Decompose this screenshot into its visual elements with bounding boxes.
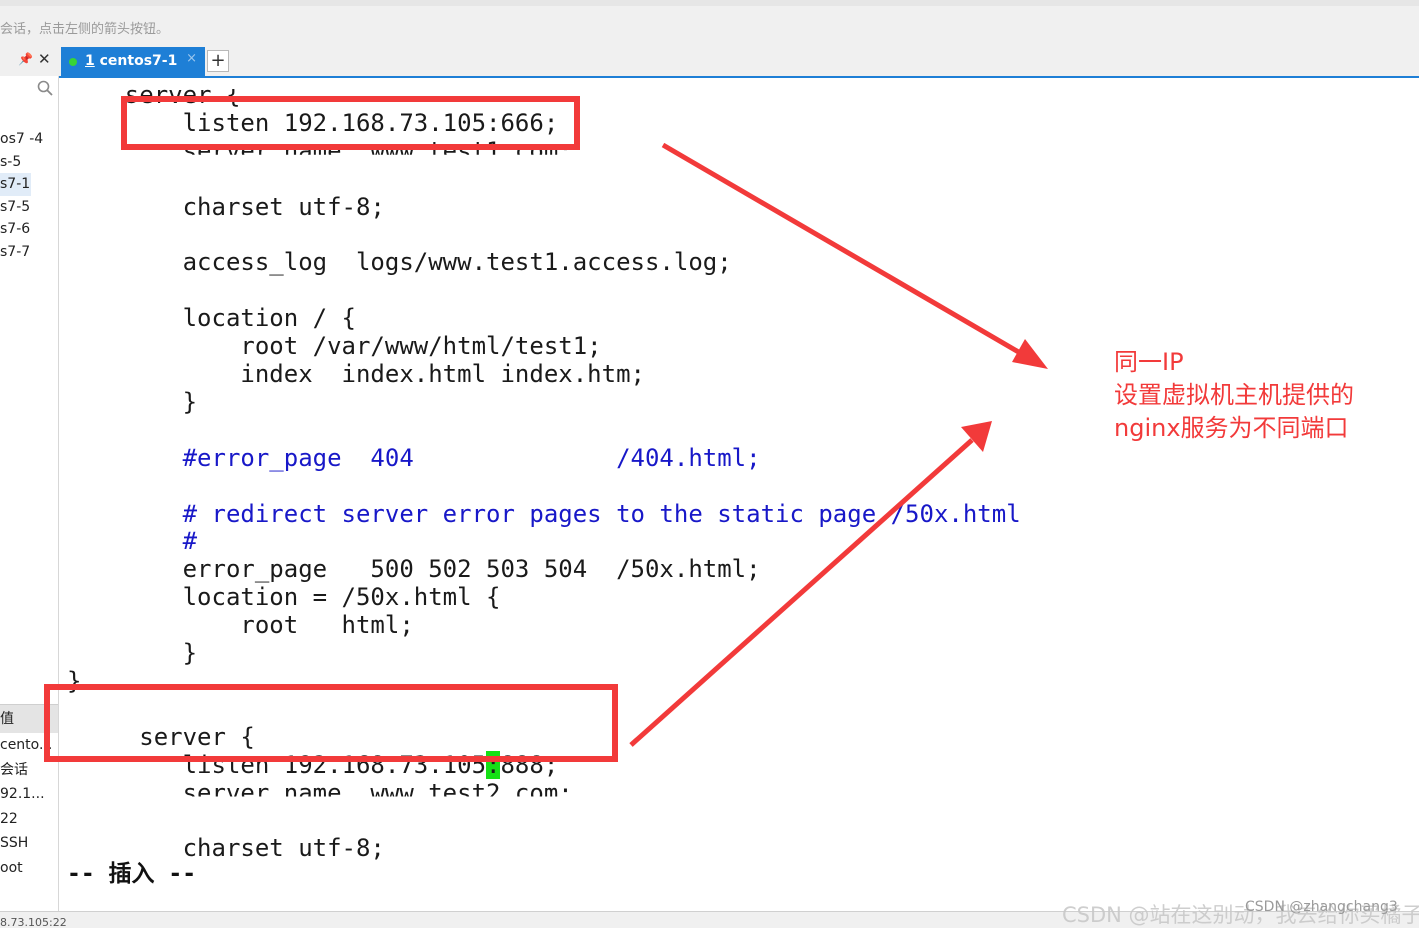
annotation-text: 同一IP 设置虚拟机主机提供的 nginx服务为不同端口	[1114, 346, 1354, 445]
annotation-line: 同一IP	[1114, 348, 1184, 376]
session-item[interactable]: s7-1	[0, 173, 31, 196]
terminal-line-text: index index.html index.htm;	[67, 360, 645, 388]
property-value: oot	[0, 859, 23, 876]
annotation-line: nginx服务为不同端口	[1114, 414, 1349, 442]
terminal-line: location / {	[67, 304, 356, 332]
vim-mode-indicator: -- 插入 --	[67, 861, 197, 887]
hint-text: 会话，点击左侧的箭头按钮。	[0, 22, 170, 37]
status-address: 8.73.105:22	[0, 916, 67, 928]
terminal-line-text: charset utf-8;	[67, 834, 385, 863]
search-icon[interactable]	[37, 80, 53, 100]
terminal-line: #error_page 404 /404.html;	[67, 444, 761, 472]
highlight-box-listen-888	[44, 684, 618, 762]
session-item[interactable]: os7 -4	[0, 128, 58, 151]
terminal-line: }	[67, 639, 197, 667]
property-value: 92.1...	[0, 786, 45, 803]
property-value: 22	[0, 810, 18, 827]
terminal-line: charset utf-8;	[67, 193, 385, 221]
terminal-line: location = /50x.html {	[67, 583, 501, 612]
session-item[interactable]: s-5	[0, 151, 58, 174]
terminal-line: access_log logs/www.test1.access.log;	[67, 248, 732, 276]
terminal-line-text: server_name www.test2.com;	[67, 778, 573, 807]
terminal-line-text: }	[67, 639, 198, 667]
terminal-line-text: }	[67, 387, 198, 416]
terminal-line: #	[67, 527, 197, 555]
terminal-line: charset utf-8;	[67, 834, 385, 862]
session-list: os7 -4 s-5 s7-1 s7-5 s7-6 s7-7	[0, 128, 58, 264]
terminal-line: error_page 500 502 503 504 /50x.html;	[67, 555, 761, 583]
pin-icon[interactable]: 📌	[18, 52, 33, 66]
terminal-line-text: #error_page 404 /404.html;	[67, 443, 761, 472]
panel-close-button[interactable]: ✕	[38, 50, 51, 68]
session-item[interactable]: s7-7	[0, 241, 58, 264]
terminal-line-text: #	[67, 527, 198, 556]
terminal-view[interactable]: -- 插入 -- server { listen 192.168.73.105:…	[62, 78, 1419, 911]
tab-centos7-1[interactable]: 1 centos7-1 ×	[61, 47, 205, 76]
terminal-line: # redirect server error pages to the sta…	[67, 500, 1021, 528]
terminal-line-text: root /var/www/html/test1;	[67, 332, 602, 361]
terminal-line-text: location / {	[67, 304, 356, 333]
terminal-line-text: location = /50x.html {	[67, 583, 501, 612]
connected-status-icon	[69, 58, 77, 66]
terminal-line: server_name www.test2.com;	[67, 778, 573, 807]
terminal-line-text: access_log logs/www.test1.access.log;	[67, 248, 732, 277]
tab-close-icon[interactable]: ×	[186, 51, 197, 66]
terminal-line: root /var/www/html/test1;	[67, 332, 602, 361]
terminal-line-text: root html;	[67, 611, 414, 640]
highlight-box-listen-666	[121, 96, 580, 150]
session-item[interactable]: s7-5	[0, 196, 58, 219]
tab-number: 1	[85, 53, 95, 69]
terminal-line: root html;	[67, 611, 414, 640]
hint-bar: 会话，点击左侧的箭头按钮。	[0, 6, 1419, 46]
tab-bar: 📌 ✕ 1 centos7-1 × +	[0, 46, 1419, 78]
terminal-line-text: # redirect server error pages to the sta…	[67, 499, 1021, 528]
session-sidebar: os7 -4 s-5 s7-1 s7-5 s7-6 s7-7 值 cento... 会话 92…	[0, 76, 59, 911]
terminal-line: }	[67, 388, 197, 416]
terminal-line: index index.html index.htm;	[67, 360, 645, 388]
tab-label: 1 centos7-1	[85, 53, 177, 69]
property-value: SSH	[0, 835, 29, 852]
new-tab-button[interactable]: +	[207, 50, 229, 72]
annotation-line: 设置虚拟机主机提供的	[1114, 381, 1354, 409]
tab-title: centos7-1	[99, 53, 178, 69]
session-item[interactable]: s7-6	[0, 218, 58, 241]
terminal-line-text: charset utf-8;	[67, 192, 385, 221]
watermark-small: CSDN @zhangchang3	[1245, 899, 1398, 915]
terminal-line-text: error_page 500 502 503 504 /50x.html;	[67, 555, 761, 584]
